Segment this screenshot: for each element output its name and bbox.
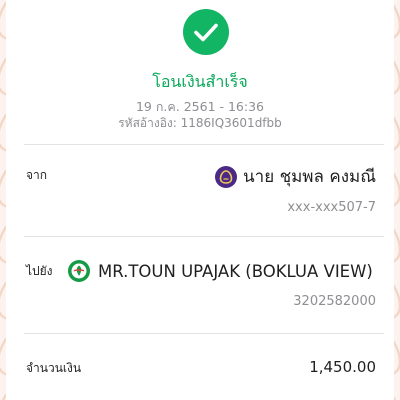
reference-code: รหัสอ้างอิง: 1186IQ3601dfbb — [118, 116, 282, 130]
check-circle-icon — [183, 9, 229, 55]
amount-label: จำนวนเงิน — [26, 361, 82, 375]
from-account-number: xxx-xxx507-7 — [287, 200, 376, 215]
divider — [24, 333, 384, 334]
from-name: นาย ชุมพล คงมณี — [243, 167, 376, 187]
to-label: ไปยัง — [26, 264, 53, 278]
divider — [24, 236, 384, 237]
purple-bank-icon — [215, 165, 238, 188]
to-account-number: 3202582000 — [293, 294, 376, 309]
green-bank-icon — [68, 260, 90, 282]
amount-value: 1,450.00 — [309, 358, 376, 376]
transfer-receipt-card: โอนเงินสำเร็จ 19 ก.ค. 2561 - 16:36 รหัสอ… — [6, 0, 394, 400]
from-label: จาก — [26, 168, 48, 182]
status-title: โอนเงินสำเร็จ — [152, 72, 248, 91]
divider — [24, 144, 384, 145]
to-name: MR.TOUN UPAJAK (BOKLUA VIEW) — [98, 261, 373, 281]
to-account-holder: MR.TOUN UPAJAK (BOKLUA VIEW) — [68, 260, 373, 282]
from-account-holder: นาย ชุมพล คงมณี — [215, 163, 376, 190]
